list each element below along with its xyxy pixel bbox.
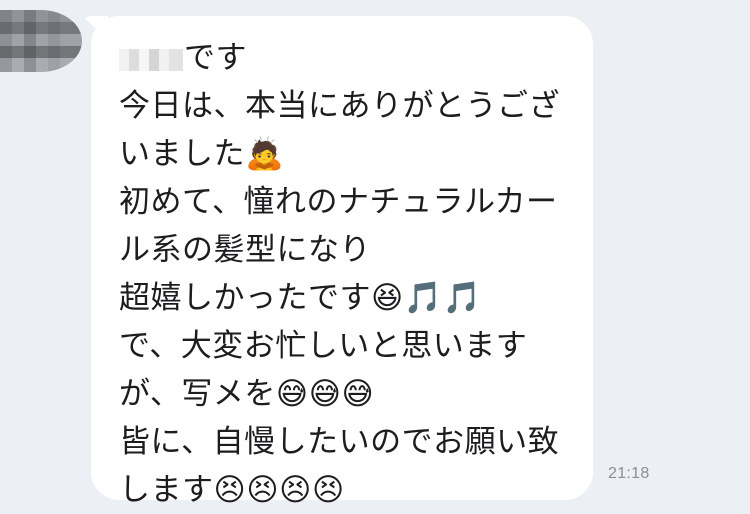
blurred-name xyxy=(119,48,183,71)
message-line-text: です xyxy=(184,40,247,76)
message-time: 21:18 xyxy=(608,465,650,482)
message-text: です 今日は、本当にありがとうござ いました🙇 初めて、憧れのナチュラルカー ル… xyxy=(119,34,565,514)
message-line: 皆に、自慢したいのでお願い致 xyxy=(119,424,560,460)
message-line: 超嬉しかったです😆🎵🎵 xyxy=(119,280,483,316)
avatar xyxy=(0,10,82,72)
message-line: で、大変お忙しいと思います xyxy=(119,328,528,364)
message-line: 今日は、本当にありがとうござ xyxy=(119,88,560,124)
message-line: します😣😣😣😣 xyxy=(119,472,345,508)
message-line: です xyxy=(119,34,565,82)
message-bubble: です 今日は、本当にありがとうござ いました🙇 初めて、憧れのナチュラルカー ル… xyxy=(91,16,593,508)
message-line: が、写メを😅😅😅 xyxy=(119,376,375,412)
message-line: いました🙇 xyxy=(119,136,285,172)
message-line: ル系の髪型になり xyxy=(119,232,371,268)
message-line: 初めて、憧れのナチュラルカー xyxy=(119,184,558,220)
